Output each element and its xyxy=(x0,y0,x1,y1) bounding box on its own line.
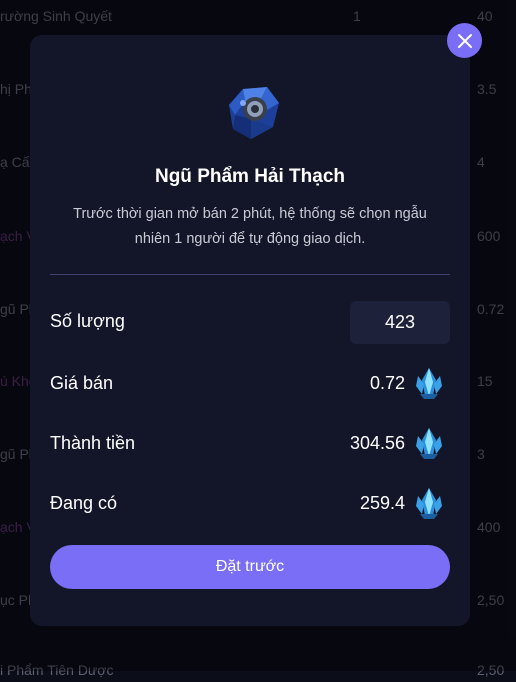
blue-crystal-icon xyxy=(416,368,442,399)
sea-stone-item-icon xyxy=(229,87,279,139)
item-description: Trước thời gian mở bán 2 phút, hệ thống … xyxy=(73,206,427,247)
quantity-label: Số lượng xyxy=(50,311,125,331)
total-value: 304.56 xyxy=(349,433,405,453)
divider xyxy=(50,274,450,275)
price-value: 0.72 xyxy=(369,373,405,393)
quantity-input[interactable]: 423 xyxy=(350,301,450,344)
blue-crystal-icon xyxy=(416,488,442,519)
preorder-modal: Ngũ Phẩm Hải Thạch Trước thời gian mở bá… xyxy=(30,35,470,626)
preorder-button[interactable]: Đặt trước xyxy=(50,545,450,589)
balance-value: 259.4 xyxy=(359,493,405,513)
blue-crystal-icon xyxy=(416,428,442,459)
balance-label: Đang có xyxy=(50,493,118,513)
item-title: Ngũ Phẩm Hải Thạch xyxy=(154,166,346,187)
price-label: Giá bán xyxy=(50,373,114,393)
close-button[interactable] xyxy=(447,23,482,58)
total-label: Thành tiền xyxy=(50,433,136,453)
close-icon xyxy=(457,33,472,48)
